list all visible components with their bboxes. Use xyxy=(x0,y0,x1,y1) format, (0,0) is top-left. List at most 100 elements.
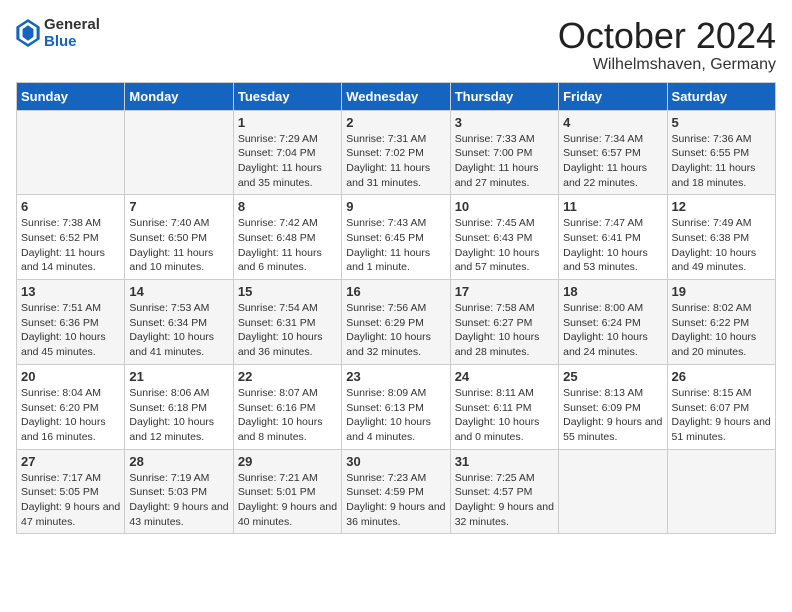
cell-info: Sunrise: 7:19 AMSunset: 5:03 PMDaylight:… xyxy=(129,471,228,530)
cell-info: Sunrise: 7:17 AMSunset: 5:05 PMDaylight:… xyxy=(21,471,120,530)
calendar-cell: 22 Sunrise: 8:07 AMSunset: 6:16 PMDayligh… xyxy=(233,364,341,449)
day-number: 9 xyxy=(346,199,445,214)
day-number: 24 xyxy=(455,369,554,384)
header: General Blue October 2024 Wilhelmshaven,… xyxy=(16,16,776,74)
day-number: 22 xyxy=(238,369,337,384)
day-number: 29 xyxy=(238,454,337,469)
week-row-3: 13 Sunrise: 7:51 AMSunset: 6:36 PMDayligh… xyxy=(17,280,776,365)
cell-info: Sunrise: 8:04 AMSunset: 6:20 PMDaylight:… xyxy=(21,386,120,445)
cell-info: Sunrise: 7:56 AMSunset: 6:29 PMDaylight:… xyxy=(346,301,445,360)
location-title: Wilhelmshaven, Germany xyxy=(558,56,776,74)
cell-info: Sunrise: 7:34 AMSunset: 6:57 PMDaylight:… xyxy=(563,132,662,191)
week-row-2: 6 Sunrise: 7:38 AMSunset: 6:52 PMDaylight… xyxy=(17,195,776,280)
calendar-cell: 3 Sunrise: 7:33 AMSunset: 7:00 PMDaylight… xyxy=(450,110,558,195)
day-number: 10 xyxy=(455,199,554,214)
cell-info: Sunrise: 7:33 AMSunset: 7:00 PMDaylight:… xyxy=(455,132,554,191)
day-number: 5 xyxy=(672,115,771,130)
cell-info: Sunrise: 8:00 AMSunset: 6:24 PMDaylight:… xyxy=(563,301,662,360)
cell-info: Sunrise: 7:31 AMSunset: 7:02 PMDaylight:… xyxy=(346,132,445,191)
cell-info: Sunrise: 7:45 AMSunset: 6:43 PMDaylight:… xyxy=(455,216,554,275)
week-row-5: 27 Sunrise: 7:17 AMSunset: 5:05 PMDayligh… xyxy=(17,449,776,534)
day-number: 31 xyxy=(455,454,554,469)
logo: General Blue xyxy=(16,16,100,50)
calendar-header-row: SundayMondayTuesdayWednesdayThursdayFrid… xyxy=(17,82,776,110)
calendar-cell: 4Sunrise: 7:34 AMSunset: 6:57 PMDaylight… xyxy=(559,110,667,195)
cell-info: Sunrise: 8:06 AMSunset: 6:18 PMDaylight:… xyxy=(129,386,228,445)
cell-info: Sunrise: 8:07 AMSunset: 6:16 PMDaylight:… xyxy=(238,386,337,445)
cell-info: Sunrise: 7:21 AMSunset: 5:01 PMDaylight:… xyxy=(238,471,337,530)
cell-info: Sunrise: 7:54 AMSunset: 6:31 PMDaylight:… xyxy=(238,301,337,360)
title-area: October 2024 Wilhelmshaven, Germany xyxy=(558,16,776,74)
day-number: 18 xyxy=(563,284,662,299)
cell-info: Sunrise: 8:15 AMSunset: 6:07 PMDaylight:… xyxy=(672,386,771,445)
day-header-wednesday: Wednesday xyxy=(342,82,450,110)
calendar-cell: 20 Sunrise: 8:04 AMSunset: 6:20 PMDayligh… xyxy=(17,364,125,449)
day-header-tuesday: Tuesday xyxy=(233,82,341,110)
calendar-cell: 29 Sunrise: 7:21 AMSunset: 5:01 PMDayligh… xyxy=(233,449,341,534)
cell-info: Sunrise: 7:53 AMSunset: 6:34 PMDaylight:… xyxy=(129,301,228,360)
calendar-cell: 15 Sunrise: 7:54 AMSunset: 6:31 PMDayligh… xyxy=(233,280,341,365)
day-number: 7 xyxy=(129,199,228,214)
day-number: 19 xyxy=(672,284,771,299)
cell-info: Sunrise: 7:38 AMSunset: 6:52 PMDaylight:… xyxy=(21,216,120,275)
logo-icon xyxy=(16,19,40,47)
day-number: 16 xyxy=(346,284,445,299)
day-number: 8 xyxy=(238,199,337,214)
calendar-cell: 25Sunrise: 8:13 AMSunset: 6:09 PMDayligh… xyxy=(559,364,667,449)
day-number: 20 xyxy=(21,369,120,384)
calendar-cell: 21Sunrise: 8:06 AMSunset: 6:18 PMDayligh… xyxy=(125,364,233,449)
day-number: 13 xyxy=(21,284,120,299)
day-number: 14 xyxy=(129,284,228,299)
calendar-cell: 7 Sunrise: 7:40 AMSunset: 6:50 PMDaylight… xyxy=(125,195,233,280)
calendar-cell: 23 Sunrise: 8:09 AMSunset: 6:13 PMDayligh… xyxy=(342,364,450,449)
cell-info: Sunrise: 7:36 AMSunset: 6:55 PMDaylight:… xyxy=(672,132,771,191)
day-header-saturday: Saturday xyxy=(667,82,775,110)
calendar-cell: 10 Sunrise: 7:45 AMSunset: 6:43 PMDayligh… xyxy=(450,195,558,280)
calendar-cell xyxy=(667,449,775,534)
day-number: 1 xyxy=(238,115,337,130)
month-title: October 2024 xyxy=(558,16,776,56)
day-number: 12 xyxy=(672,199,771,214)
cell-info: Sunrise: 7:58 AMSunset: 6:27 PMDaylight:… xyxy=(455,301,554,360)
day-number: 3 xyxy=(455,115,554,130)
calendar-cell: 30Sunrise: 7:23 AMSunset: 4:59 PMDayligh… xyxy=(342,449,450,534)
logo-text: General Blue xyxy=(44,16,100,50)
calendar-cell: 8 Sunrise: 7:42 AMSunset: 6:48 PMDaylight… xyxy=(233,195,341,280)
calendar-cell: 12Sunrise: 7:49 AMSunset: 6:38 PMDayligh… xyxy=(667,195,775,280)
day-number: 2 xyxy=(346,115,445,130)
cell-info: Sunrise: 7:23 AMSunset: 4:59 PMDaylight:… xyxy=(346,471,445,530)
calendar-cell: 6 Sunrise: 7:38 AMSunset: 6:52 PMDaylight… xyxy=(17,195,125,280)
day-header-thursday: Thursday xyxy=(450,82,558,110)
cell-info: Sunrise: 8:09 AMSunset: 6:13 PMDaylight:… xyxy=(346,386,445,445)
day-number: 11 xyxy=(563,199,662,214)
day-number: 27 xyxy=(21,454,120,469)
calendar-cell: 28Sunrise: 7:19 AMSunset: 5:03 PMDayligh… xyxy=(125,449,233,534)
week-row-4: 20 Sunrise: 8:04 AMSunset: 6:20 PMDayligh… xyxy=(17,364,776,449)
calendar-cell: 13 Sunrise: 7:51 AMSunset: 6:36 PMDayligh… xyxy=(17,280,125,365)
calendar-cell: 16 Sunrise: 7:56 AMSunset: 6:29 PMDayligh… xyxy=(342,280,450,365)
day-number: 26 xyxy=(672,369,771,384)
day-number: 23 xyxy=(346,369,445,384)
calendar-cell xyxy=(559,449,667,534)
cell-info: Sunrise: 7:40 AMSunset: 6:50 PMDaylight:… xyxy=(129,216,228,275)
calendar-cell: 2 Sunrise: 7:31 AMSunset: 7:02 PMDaylight… xyxy=(342,110,450,195)
calendar-cell: 11 Sunrise: 7:47 AMSunset: 6:41 PMDayligh… xyxy=(559,195,667,280)
calendar-cell: 24 Sunrise: 8:11 AMSunset: 6:11 PMDayligh… xyxy=(450,364,558,449)
day-header-monday: Monday xyxy=(125,82,233,110)
calendar-cell xyxy=(17,110,125,195)
calendar-cell: 27 Sunrise: 7:17 AMSunset: 5:05 PMDayligh… xyxy=(17,449,125,534)
cell-info: Sunrise: 8:13 AMSunset: 6:09 PMDaylight:… xyxy=(563,386,662,445)
cell-info: Sunrise: 7:47 AMSunset: 6:41 PMDaylight:… xyxy=(563,216,662,275)
cell-info: Sunrise: 7:51 AMSunset: 6:36 PMDaylight:… xyxy=(21,301,120,360)
cell-info: Sunrise: 7:25 AMSunset: 4:57 PMDaylight:… xyxy=(455,471,554,530)
calendar-cell: 19Sunrise: 8:02 AMSunset: 6:22 PMDayligh… xyxy=(667,280,775,365)
day-number: 15 xyxy=(238,284,337,299)
day-number: 6 xyxy=(21,199,120,214)
calendar-cell: 14 Sunrise: 7:53 AMSunset: 6:34 PMDayligh… xyxy=(125,280,233,365)
cell-info: Sunrise: 8:11 AMSunset: 6:11 PMDaylight:… xyxy=(455,386,554,445)
cell-info: Sunrise: 7:29 AMSunset: 7:04 PMDaylight:… xyxy=(238,132,337,191)
day-header-friday: Friday xyxy=(559,82,667,110)
cell-info: Sunrise: 7:42 AMSunset: 6:48 PMDaylight:… xyxy=(238,216,337,275)
calendar-cell: 26 Sunrise: 8:15 AMSunset: 6:07 PMDayligh… xyxy=(667,364,775,449)
cell-info: Sunrise: 7:43 AMSunset: 6:45 PMDaylight:… xyxy=(346,216,445,275)
